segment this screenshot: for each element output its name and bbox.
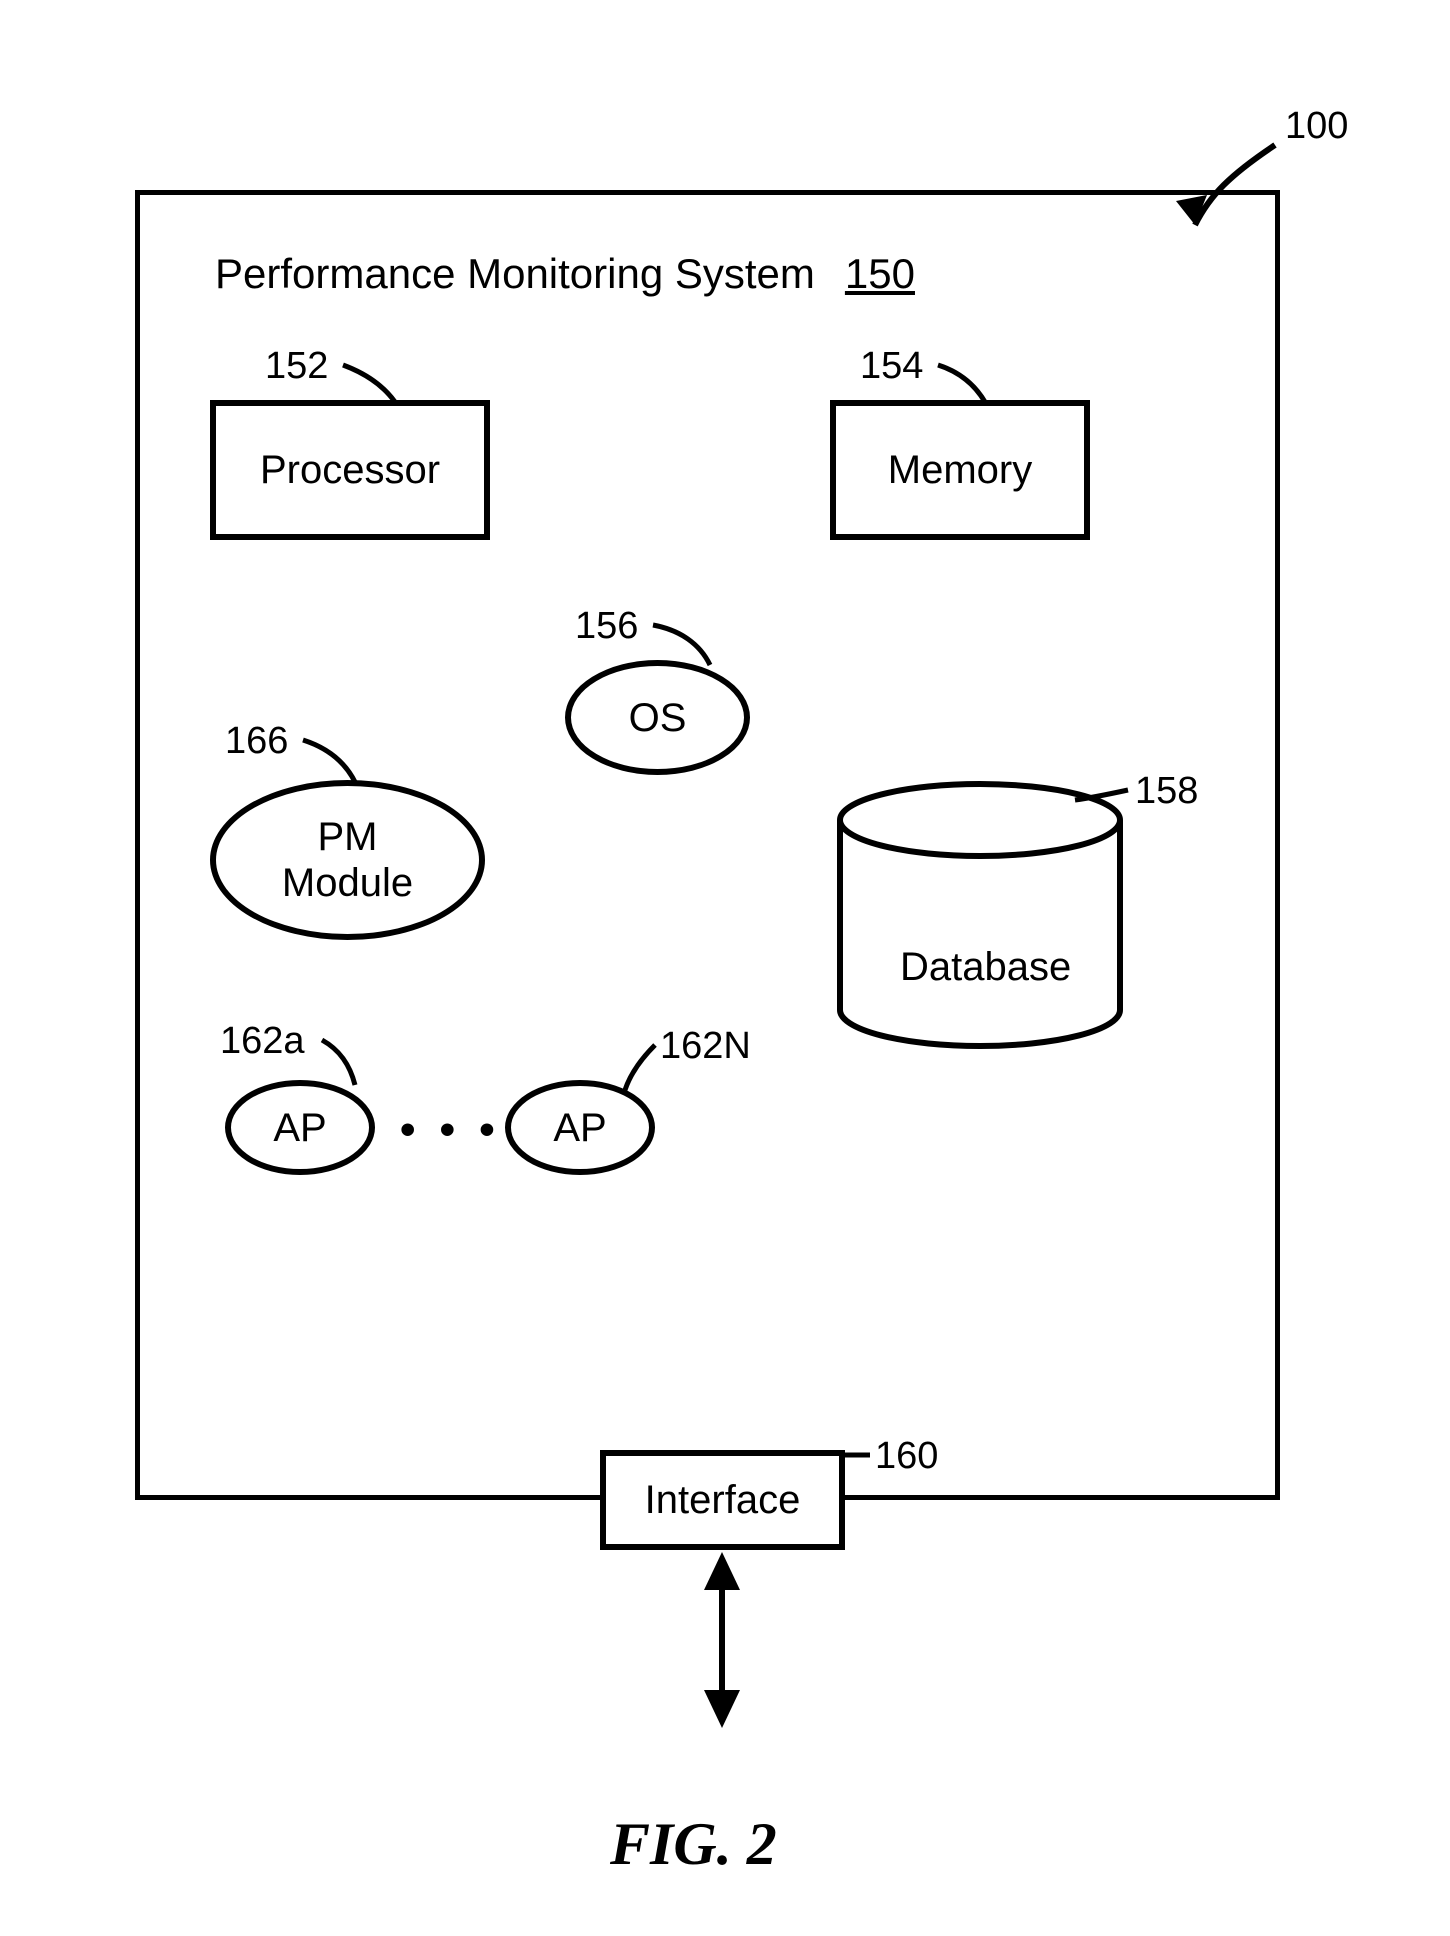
interface-label: Interface: [645, 1477, 801, 1523]
interface-block: Interface: [600, 1450, 845, 1550]
diagram-canvas: 100 Performance Monitoring System 150 Pr…: [0, 0, 1450, 1936]
figure-caption: FIG. 2: [610, 1810, 777, 1879]
interface-arrow: [0, 0, 1450, 1936]
